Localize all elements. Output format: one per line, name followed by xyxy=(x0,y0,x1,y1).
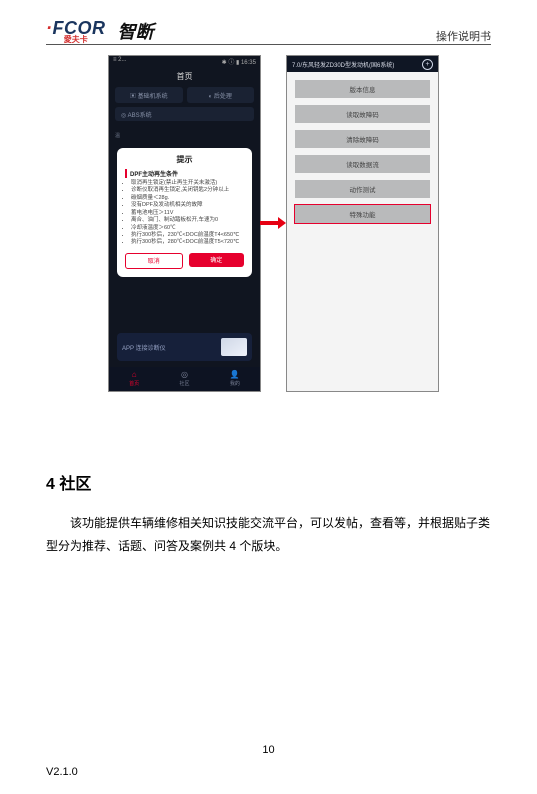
dialog-title: 提示 xyxy=(125,154,244,165)
brand-logos: ·FCOR 愛夫卡 智断 xyxy=(46,18,154,44)
btn-action-test[interactable]: 动作测试 xyxy=(295,180,430,198)
nav-mine[interactable]: 👤 我的 xyxy=(210,367,260,391)
cancel-button[interactable]: 取消 xyxy=(125,253,183,269)
page-number: 10 xyxy=(0,744,537,756)
screenshot-app-home: ≡ 2... ✱ ⓘ ▮ 16:35 首页 ▣ 基础机系统 ◐ 后处理 ◎ AB… xyxy=(108,55,261,392)
screenshot-engine-menu: 7.0/东风轻发ZD30D型发动机(国6系统) + 版本信息 读取故障码 清除故… xyxy=(286,55,439,392)
row-abs-system[interactable]: ◎ ABS系统 xyxy=(115,107,254,121)
doc-version: V2.1.0 xyxy=(46,766,78,778)
btn-read-data-stream[interactable]: 读取数据流 xyxy=(295,155,430,173)
btn-read-dtc[interactable]: 读取故障码 xyxy=(295,105,430,123)
dpf-dialog: 提示 DPF主动再生条件 取消再生锁定(禁止再生开关未激活) 诊断仪取消再生锁定… xyxy=(117,148,252,277)
fcar-logo: ·FCOR 愛夫卡 xyxy=(46,19,106,44)
dialog-condition-list: 取消再生锁定(禁止再生开关未激活) 诊断仪取消再生锁定,关闭钥匙2分钟以上 碳烟… xyxy=(125,180,244,247)
bottom-nav: ⌂ 首页 ◎ 社区 👤 我的 xyxy=(109,367,260,391)
status-bar: ≡ 2... ✱ ⓘ ▮ 16:35 xyxy=(109,56,260,68)
dialog-section-header: DPF主动再生条件 xyxy=(125,169,244,178)
section-heading: 4 社区 xyxy=(46,470,491,494)
btn-clear-dtc[interactable]: 清除故障码 xyxy=(295,130,430,148)
community-icon: ◎ xyxy=(181,371,188,379)
connect-device-banner[interactable]: APP 连接诊断仪 xyxy=(117,333,252,361)
nav-home[interactable]: ⌂ 首页 xyxy=(109,367,159,391)
ok-button[interactable]: 确定 xyxy=(189,253,245,267)
btn-special-function[interactable]: 特殊功能 xyxy=(295,205,430,223)
tab-base-system[interactable]: ▣ 基础机系统 xyxy=(115,87,183,103)
plus-icon[interactable]: + xyxy=(422,59,433,70)
arrow-right-icon xyxy=(258,213,288,231)
user-icon: 👤 xyxy=(230,371,240,379)
nav-community[interactable]: ◎ 社区 xyxy=(159,367,209,391)
zhiduan-logo: 智断 xyxy=(118,18,154,44)
home-icon: ⌂ xyxy=(132,371,137,379)
page-title: 首页 xyxy=(109,68,260,87)
header-divider xyxy=(46,44,491,45)
tab-after-treatment[interactable]: ◐ 后处理 xyxy=(187,87,255,103)
section-body: 该功能提供车辆维修相关知识技能交流平台，可以发帖，查看等，并根据贴子类型分为推荐… xyxy=(46,512,491,558)
doc-type-label: 操作说明书 xyxy=(436,28,491,44)
diagnostic-device-icon xyxy=(221,338,247,356)
btn-version-info[interactable]: 版本信息 xyxy=(295,80,430,98)
side-chip-temp: 温 xyxy=(115,132,120,139)
engine-menu-title: 7.0/东风轻发ZD30D型发动机(国6系统) xyxy=(292,60,394,69)
